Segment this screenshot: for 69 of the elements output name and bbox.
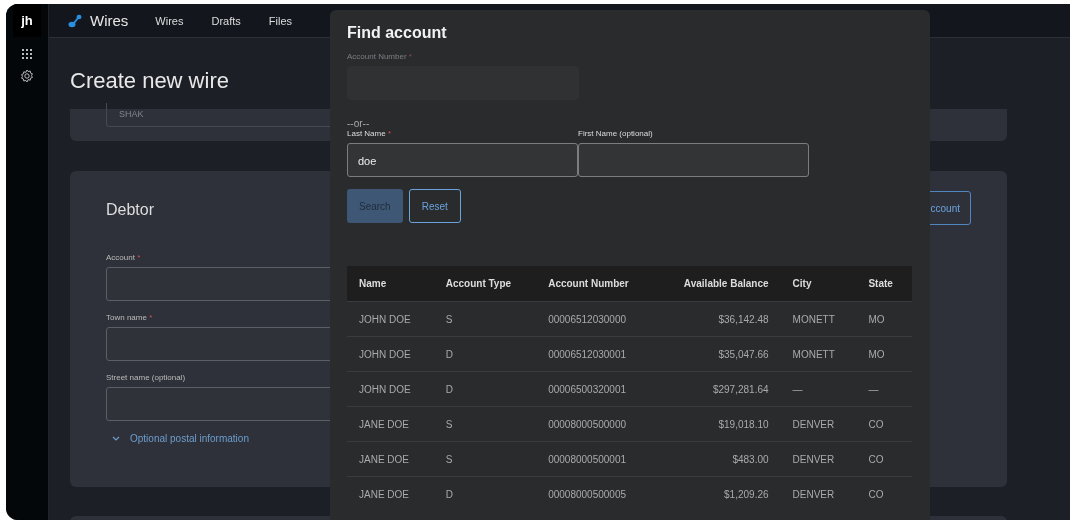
apps-grid-icon[interactable] [22, 49, 32, 59]
table-cell: MO [856, 336, 912, 372]
required-mark: * [387, 129, 392, 138]
expander-link[interactable]: Optional postal information [112, 433, 249, 444]
table-cell: $1,209.26 [656, 476, 781, 511]
table-cell: $35,047.66 [656, 336, 781, 372]
field-label: Town name [106, 313, 147, 322]
table-cell: — [856, 371, 912, 407]
table-cell: S [433, 301, 537, 337]
table-cell: 00008000500001 [536, 441, 656, 477]
table-cell: DENVER [780, 476, 857, 511]
input-field[interactable] [578, 143, 809, 177]
table-cell: D [433, 371, 537, 407]
input-field[interactable]: doe [347, 143, 578, 177]
column-header[interactable]: Account Number [536, 266, 656, 302]
app-logo[interactable]: jh [13, 4, 41, 37]
table-cell: CO [856, 441, 912, 477]
field-label: Account [106, 253, 135, 262]
table-cell: 00006512030000 [536, 301, 656, 337]
table-cell: 00006500320001 [536, 371, 656, 407]
table-cell: JOHN DOE [347, 371, 434, 407]
table-cell: D [433, 336, 537, 372]
section-heading: Debtor [106, 201, 155, 219]
table-cell: DENVER [780, 441, 857, 477]
settings-icon[interactable] [20, 69, 34, 83]
separator-text: --or-- [347, 118, 371, 129]
table-cell: JOHN DOE [347, 301, 434, 337]
table-cell: JANE DOE [347, 476, 434, 511]
dialog-title: Find account [347, 24, 448, 42]
table-cell: 00006512030001 [536, 336, 656, 372]
chevron-icon [112, 435, 120, 442]
table-cell: 00008000500000 [536, 406, 656, 442]
table-cell: $19,018.10 [656, 406, 781, 442]
field-label: Street name (optional) [106, 373, 186, 382]
field-label: First Name (optional) [578, 129, 653, 138]
nav-link[interactable]: Wires [155, 14, 184, 27]
nav-link[interactable]: Files [268, 14, 292, 27]
nav-link[interactable]: Drafts [211, 14, 241, 27]
table-cell: S [433, 406, 537, 442]
table-cell: CO [856, 406, 912, 442]
table-cell: DENVER [780, 406, 857, 442]
table-cell: MO [856, 301, 912, 337]
table-cell: JANE DOE [347, 406, 434, 442]
required-mark: * [149, 313, 153, 322]
required-mark: * [408, 52, 412, 61]
field-label: Account Number [347, 52, 407, 61]
column-header[interactable]: State [856, 266, 912, 302]
column-header[interactable]: City [780, 266, 857, 302]
column-header[interactable]: Account Type [433, 266, 537, 302]
page-title: Create new wire [70, 68, 229, 94]
field-label: Last Name [347, 129, 386, 138]
table-cell: JANE DOE [347, 441, 434, 477]
logo-icon [68, 13, 82, 28]
table-cell: 00008000500005 [536, 476, 656, 511]
table-cell: D [433, 476, 537, 511]
app-name: Wires [90, 12, 129, 29]
table-cell: $297,281.64 [656, 371, 781, 407]
table-cell: MONETT [780, 301, 857, 337]
table-cell: CO [856, 476, 912, 511]
table-cell: $483.00 [656, 441, 781, 477]
table-cell: MONETT [780, 336, 857, 372]
table-cell: $36,142.48 [656, 301, 781, 337]
column-header[interactable]: Available Balance [656, 266, 781, 302]
table-cell: S [433, 441, 537, 477]
column-header[interactable]: Name [347, 266, 434, 302]
table-cell: — [780, 371, 857, 407]
table-cell: JOHN DOE [347, 336, 434, 372]
required-mark: * [137, 253, 141, 262]
reset-button[interactable]: Reset [408, 189, 461, 223]
